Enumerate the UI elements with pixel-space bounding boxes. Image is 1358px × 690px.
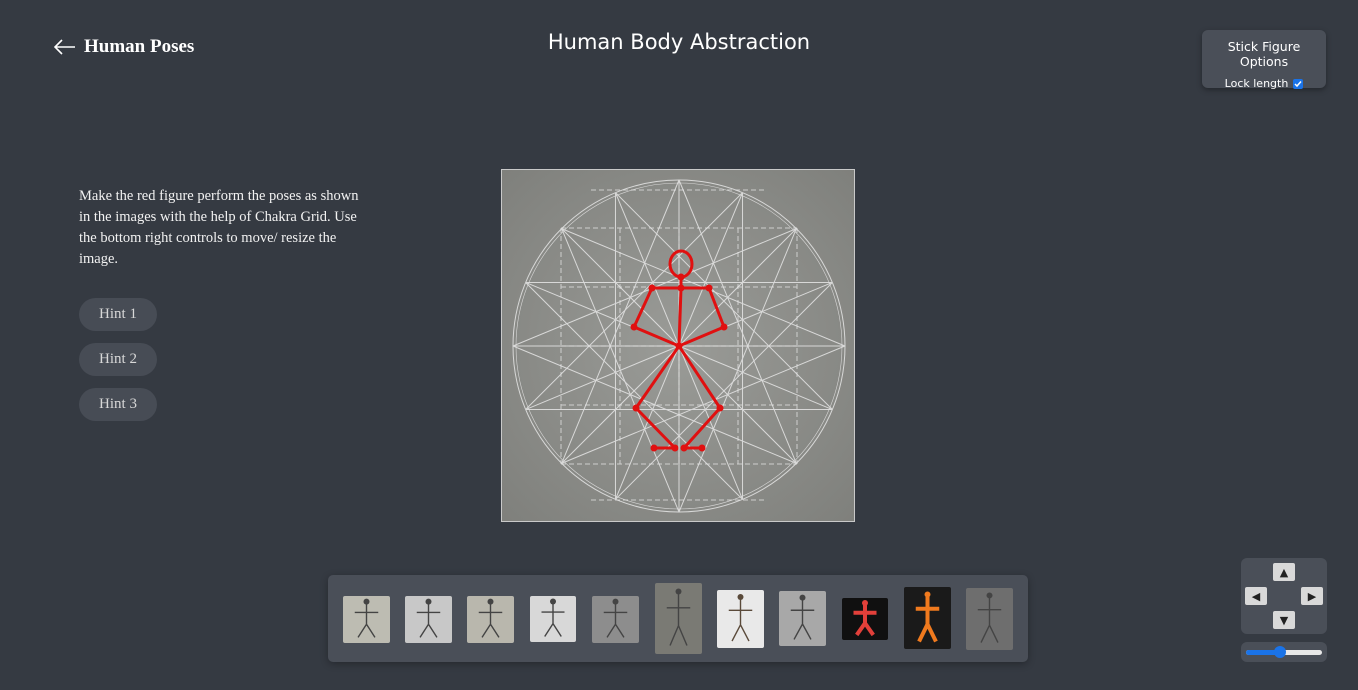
figure-joint[interactable] [650, 444, 658, 452]
thumbnail-figure-icon [416, 598, 441, 638]
slider-thumb[interactable] [1274, 646, 1287, 658]
thumbnail-chakra-figure-dancing[interactable] [467, 596, 514, 643]
move-down-button[interactable]: ▼ [1273, 611, 1295, 629]
thumbnail-figure-icon [541, 598, 565, 637]
thumbnail-figure-icon [977, 592, 1002, 643]
thumbnail-figure-head [924, 591, 931, 598]
thumbnail-figure-head [675, 588, 682, 595]
thumbnail-figure-head [737, 593, 744, 600]
thumbnail-temple-pillar-carving[interactable] [655, 583, 702, 654]
figure-joint[interactable] [648, 284, 656, 292]
page-title: Human Body Abstraction [547, 30, 811, 54]
figure-joint[interactable] [716, 404, 724, 412]
thumbnail-figure-body [977, 597, 1002, 643]
thumbnail-figure-icon [478, 598, 503, 638]
thumbnail-dancer-red-costume[interactable] [842, 598, 888, 640]
thumbnail-dancer-orange-costume[interactable] [904, 587, 951, 649]
thumbnail-temple-deity-sculpture[interactable] [966, 588, 1013, 650]
hint-3-button[interactable]: Hint 3 [79, 388, 157, 421]
lock-length-checkbox[interactable] [1293, 78, 1304, 89]
figure-joint[interactable] [720, 323, 728, 331]
thumbnail-figure-body [354, 603, 379, 638]
options-title: Stick Figure Options [1227, 39, 1301, 69]
thumbnail-figure-icon [603, 598, 628, 638]
thumbnail-chakra-figure-nataraja-sketch[interactable] [530, 596, 576, 642]
move-controls: ▲ ◀ ▶ ▼ [1241, 558, 1327, 634]
stick-figure-options-panel: Stick Figure Options Lock length [1202, 30, 1326, 90]
slider-track[interactable] [1246, 646, 1322, 658]
figure-joint[interactable] [671, 444, 679, 452]
thumbnail-figure-head [612, 598, 619, 605]
thumbnail-figure-body [666, 593, 691, 646]
thumbnail-chakra-figure-arms-out[interactable] [405, 596, 452, 643]
thumbnail-stone-relief-figures[interactable] [779, 591, 826, 646]
thumbnail-figure-icon [666, 588, 691, 646]
figure-joint[interactable] [677, 284, 685, 292]
pose-gallery [328, 575, 1028, 662]
move-right-button[interactable]: ▶ [1301, 587, 1323, 605]
thumbnail-figure-icon [354, 598, 379, 638]
thumbnail-figure-icon [790, 594, 815, 640]
figure-joint[interactable] [677, 273, 685, 281]
thumbnail-figure-body [416, 603, 441, 638]
move-left-button[interactable]: ◀ [1245, 587, 1267, 605]
thumbnail-figure-head [862, 600, 868, 607]
figure-joint[interactable] [698, 444, 706, 452]
check-icon [1294, 80, 1302, 87]
resize-slider[interactable] [1241, 642, 1327, 662]
thumbnail-figure-head [986, 592, 993, 599]
figure-joint[interactable] [675, 342, 683, 350]
thumbnail-figure-body [603, 603, 628, 638]
hint-2-button[interactable]: Hint 2 [79, 343, 157, 376]
chakra-grid [502, 170, 854, 521]
thumbnail-nataraja-bronze[interactable] [717, 590, 764, 648]
thumbnail-stone-relief-dancer[interactable] [592, 596, 639, 643]
thumbnail-figure-head [487, 598, 494, 605]
thumbnail-figure-head [799, 594, 806, 601]
thumbnail-figure-head [425, 598, 432, 605]
thumbnail-figure-body [853, 604, 877, 637]
thumbnail-figure-icon [853, 600, 877, 637]
thumbnail-figure-body [478, 603, 503, 638]
move-up-button[interactable]: ▲ [1273, 563, 1295, 581]
lock-length-label: Lock length [1224, 77, 1289, 90]
thumbnail-figure-head [550, 598, 556, 605]
thumbnail-figure-body [541, 602, 565, 637]
hint-1-button[interactable]: Hint 1 [79, 298, 157, 331]
thumbnail-figure-body [915, 596, 940, 643]
lock-length-row: Lock length [1202, 77, 1326, 90]
figure-joint[interactable] [705, 284, 713, 292]
thumbnail-figure-icon [728, 593, 753, 642]
thumbnail-chakra-figure-standing[interactable] [343, 596, 390, 643]
thumbnail-figure-body [728, 598, 753, 642]
figure-joint[interactable] [680, 444, 688, 452]
pose-canvas [501, 169, 855, 522]
instructions-text: Make the red figure perform the poses as… [79, 188, 359, 267]
figure-joint[interactable] [630, 323, 638, 331]
thumbnail-figure-head [363, 598, 370, 605]
thumbnail-figure-body [790, 599, 815, 640]
figure-joint[interactable] [632, 404, 640, 412]
figure-spine [677, 286, 683, 348]
thumbnail-figure-icon [915, 591, 940, 643]
